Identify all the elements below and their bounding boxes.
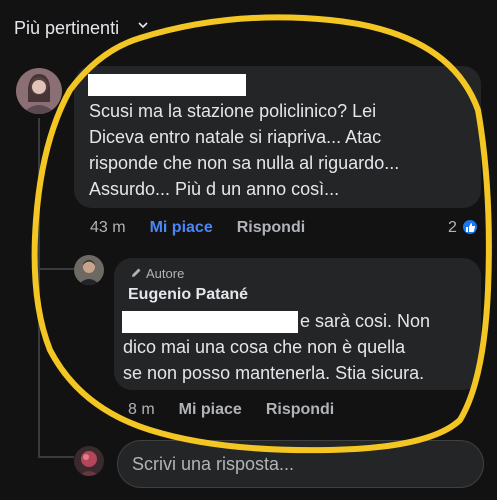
sort-dropdown[interactable]: Più pertinenti [14,18,119,39]
comment-text-line: Diceva entro natale si riapriva... Atac [89,127,382,147]
reply-input[interactable] [117,440,484,488]
reply-button[interactable]: Rispondi [266,401,334,418]
comment-actions: 43 m Mi piace Rispondi [90,219,305,237]
comment-timestamp: 43 m [90,219,126,236]
redacted-name [88,74,246,96]
redacted-text [122,311,298,333]
thread-branch-composer [38,456,74,458]
comment-text-line: Scusi ma la stazione policlinico? Lei [89,101,377,121]
like-reaction-icon [461,218,479,236]
pencil-icon [132,268,141,277]
reply-text-line: se non posso mantenerla. Stia sicura. [123,363,425,383]
reply-text-line: e sarà cosi. Non [300,311,431,331]
thread-branch-reply [38,268,74,270]
reply-button[interactable]: Rispondi [237,219,305,236]
reply-actions: 8 m Mi piace Rispondi [128,401,334,419]
avatar-author[interactable] [74,255,104,285]
thread-line [38,118,40,458]
reply-timestamp: 8 m [128,401,155,418]
author-badge: Autore [146,266,185,281]
author-name[interactable]: Eugenio Patané [128,286,248,304]
like-button[interactable]: Mi piace [150,219,213,236]
reaction-count[interactable]: 2 [448,219,457,237]
reply-text-line: dico mai una cosa che non è quella [123,337,406,357]
chevron-down-icon[interactable] [138,20,148,30]
comment-text-line: Assurdo... Più d un anno così... [89,179,340,199]
comment-text-line: risponde che non sa nulla al riguardo... [89,153,400,173]
like-button[interactable]: Mi piace [179,401,242,418]
avatar-current-user [74,446,104,476]
avatar-commenter[interactable] [16,68,62,114]
